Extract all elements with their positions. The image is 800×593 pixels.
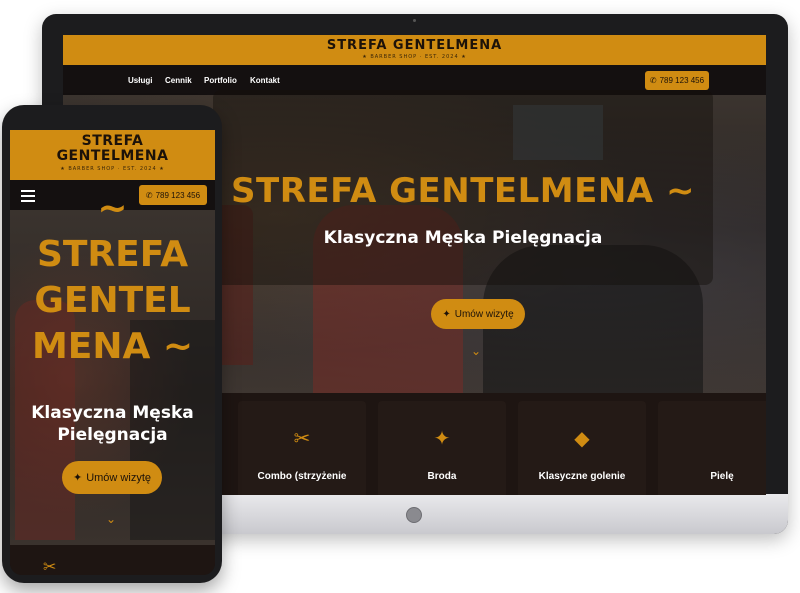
mobile-book-button[interactable]: ✦ Umów wizytę [62,461,162,494]
mobile-hero-title: ~ STREFA GENTEL MENA ~ [10,188,215,370]
mobile-screen: STREFA GENTELMENA ★ BARBER SHOP · EST. 2… [10,130,215,575]
sparkles-icon: ✦ [433,426,451,450]
service-label: Pielę [710,471,734,482]
monitor-camera [413,19,416,22]
desktop-phone-button[interactable]: ✆ 789 123 456 [645,71,709,90]
service-card[interactable]: ✂ Combo (strzyżenie [238,401,366,495]
desktop-header: STREFA GENTELMENA ★ BARBER SHOP · EST. 2… [63,35,766,65]
mobile-hero-subtitle: Klasyczna Męska Pielęgnacja [10,402,215,446]
desktop-phone-label: 789 123 456 [659,76,705,85]
diamond-icon: ◆ [574,426,590,450]
desktop-hero-title: STREFA GENTELMENA ~ [231,171,695,211]
service-label: Broda [427,471,457,482]
service-card[interactable]: ✦ Broda [378,401,506,495]
mobile-header: STREFA GENTELMENA ★ BARBER SHOP · EST. 2… [10,130,215,180]
mobile-services: ✂ [10,545,215,575]
mobile-book-label: Umów wizytę [86,471,151,484]
scissors-icon: ✂ [293,426,311,450]
nav-item-cennik[interactable]: Cennik [165,76,192,85]
desktop-hero-subtitle: Klasyczna Męska Pielęgnacja [323,228,603,248]
nav-item-portfolio[interactable]: Portfolio [204,76,237,85]
chevron-down-icon[interactable]: ⌄ [471,344,481,358]
mobile-tagline: ★ BARBER SHOP · EST. 2024 ★ [60,166,165,172]
mobile-brand[interactable]: STREFA GENTELMENA [10,134,215,164]
desktop-brand[interactable]: STREFA GENTELMENA [63,38,766,53]
sparkle-icon: ✦ [72,472,83,484]
desktop-book-label: Umów wizytę [454,308,514,320]
mobile-hero-line2: GENTEL [34,280,191,321]
sparkle-icon: ✦ [442,308,451,320]
mobile-brand-line2: GENTELMENA [56,148,169,164]
nav-item-uslugi[interactable]: Usługi [128,76,152,85]
mobile-hero-sub2: Pielęgnacja [57,425,168,445]
mobile-brand-line1: STREFA [81,133,144,149]
nav-item-kontakt[interactable]: Kontakt [250,76,280,85]
monitor-logo-dot [406,507,422,523]
mobile-hero-prefix: ~ [97,188,128,229]
mobile-hero-line1: STREFA [36,234,189,275]
chevron-down-icon[interactable]: ⌄ [106,512,116,526]
desktop-tagline: ★ BARBER SHOP · EST. 2024 ★ [362,54,467,60]
mobile-hero-line3: MENA ~ [31,326,194,367]
service-card[interactable]: ◆ Klasyczne golenie [518,401,646,495]
scissors-icon: ✂ [43,557,57,575]
service-label: Klasyczne golenie [538,471,626,482]
service-label: Combo (strzyżenie [257,471,347,482]
service-card[interactable]: Pielę [658,401,766,495]
mobile-hero-sub1: Klasyczna Męska [31,403,194,423]
desktop-book-button[interactable]: ✦ Umów wizytę [431,299,525,329]
phone-icon: ✆ [649,76,657,85]
